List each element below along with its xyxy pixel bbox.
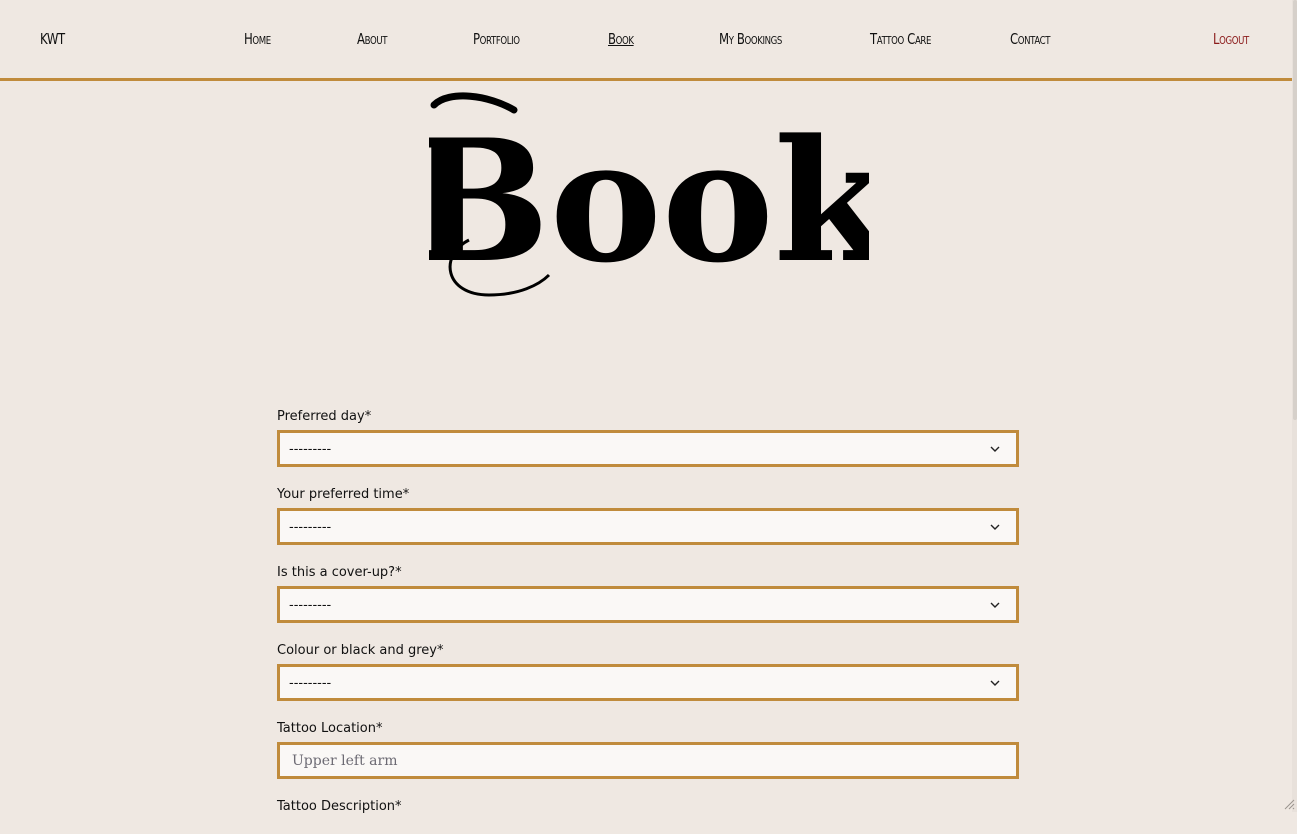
colour-value: --------- [289, 676, 332, 691]
nav-contact[interactable]: Contact [1010, 30, 1051, 48]
preferred-day-field: Preferred day* --------- [277, 408, 1019, 467]
colour-select[interactable]: --------- [277, 664, 1019, 701]
preferred-time-value: --------- [289, 520, 332, 535]
nav-book[interactable]: Book [608, 30, 634, 48]
chevron-down-icon [990, 680, 1000, 686]
resize-grip-icon[interactable] [1283, 798, 1295, 810]
location-input[interactable] [277, 742, 1019, 779]
preferred-day-value: --------- [289, 442, 332, 457]
preferred-time-field: Your preferred time* --------- [277, 486, 1019, 545]
preferred-day-select[interactable]: --------- [277, 430, 1019, 467]
logout-link[interactable]: Logout [1213, 30, 1249, 48]
nav-about[interactable]: About [357, 30, 387, 48]
location-field: Tattoo Location* [277, 720, 1019, 779]
nav-tattoo-care[interactable]: Tattoo Care [870, 30, 931, 48]
preferred-time-label: Your preferred time* [277, 487, 410, 502]
chevron-down-icon [990, 602, 1000, 608]
scrollbar[interactable] [1292, 0, 1297, 812]
cover-up-value: --------- [289, 598, 332, 613]
nav-home[interactable]: Home [244, 30, 271, 48]
preferred-day-label: Preferred day* [277, 409, 372, 424]
nav-my-bookings[interactable]: My Bookings [719, 30, 782, 48]
colour-field: Colour or black and grey* --------- [277, 642, 1019, 701]
page-title: Book [0, 90, 1297, 305]
navbar: KWT Home About Portfolio Book My Booking… [0, 0, 1297, 81]
page-title-text: Book [429, 92, 869, 300]
page-title-label: Book [429, 102, 869, 300]
description-label: Tattoo Description* [277, 799, 402, 814]
cover-up-field: Is this a cover-up?* --------- [277, 564, 1019, 623]
chevron-down-icon [990, 524, 1000, 530]
brand-link[interactable]: KWT [40, 30, 65, 48]
description-field: Tattoo Description* [277, 798, 1019, 815]
scrollbar-thumb[interactable] [1293, 0, 1297, 420]
preferred-time-select[interactable]: --------- [277, 508, 1019, 545]
colour-label: Colour or black and grey* [277, 643, 444, 658]
booking-form: Preferred day* --------- Your preferred … [277, 408, 1019, 834]
location-label: Tattoo Location* [277, 721, 383, 736]
cover-up-label: Is this a cover-up?* [277, 565, 402, 580]
chevron-down-icon [990, 446, 1000, 452]
nav-portfolio[interactable]: Portfolio [473, 30, 520, 48]
cover-up-select[interactable]: --------- [277, 586, 1019, 623]
